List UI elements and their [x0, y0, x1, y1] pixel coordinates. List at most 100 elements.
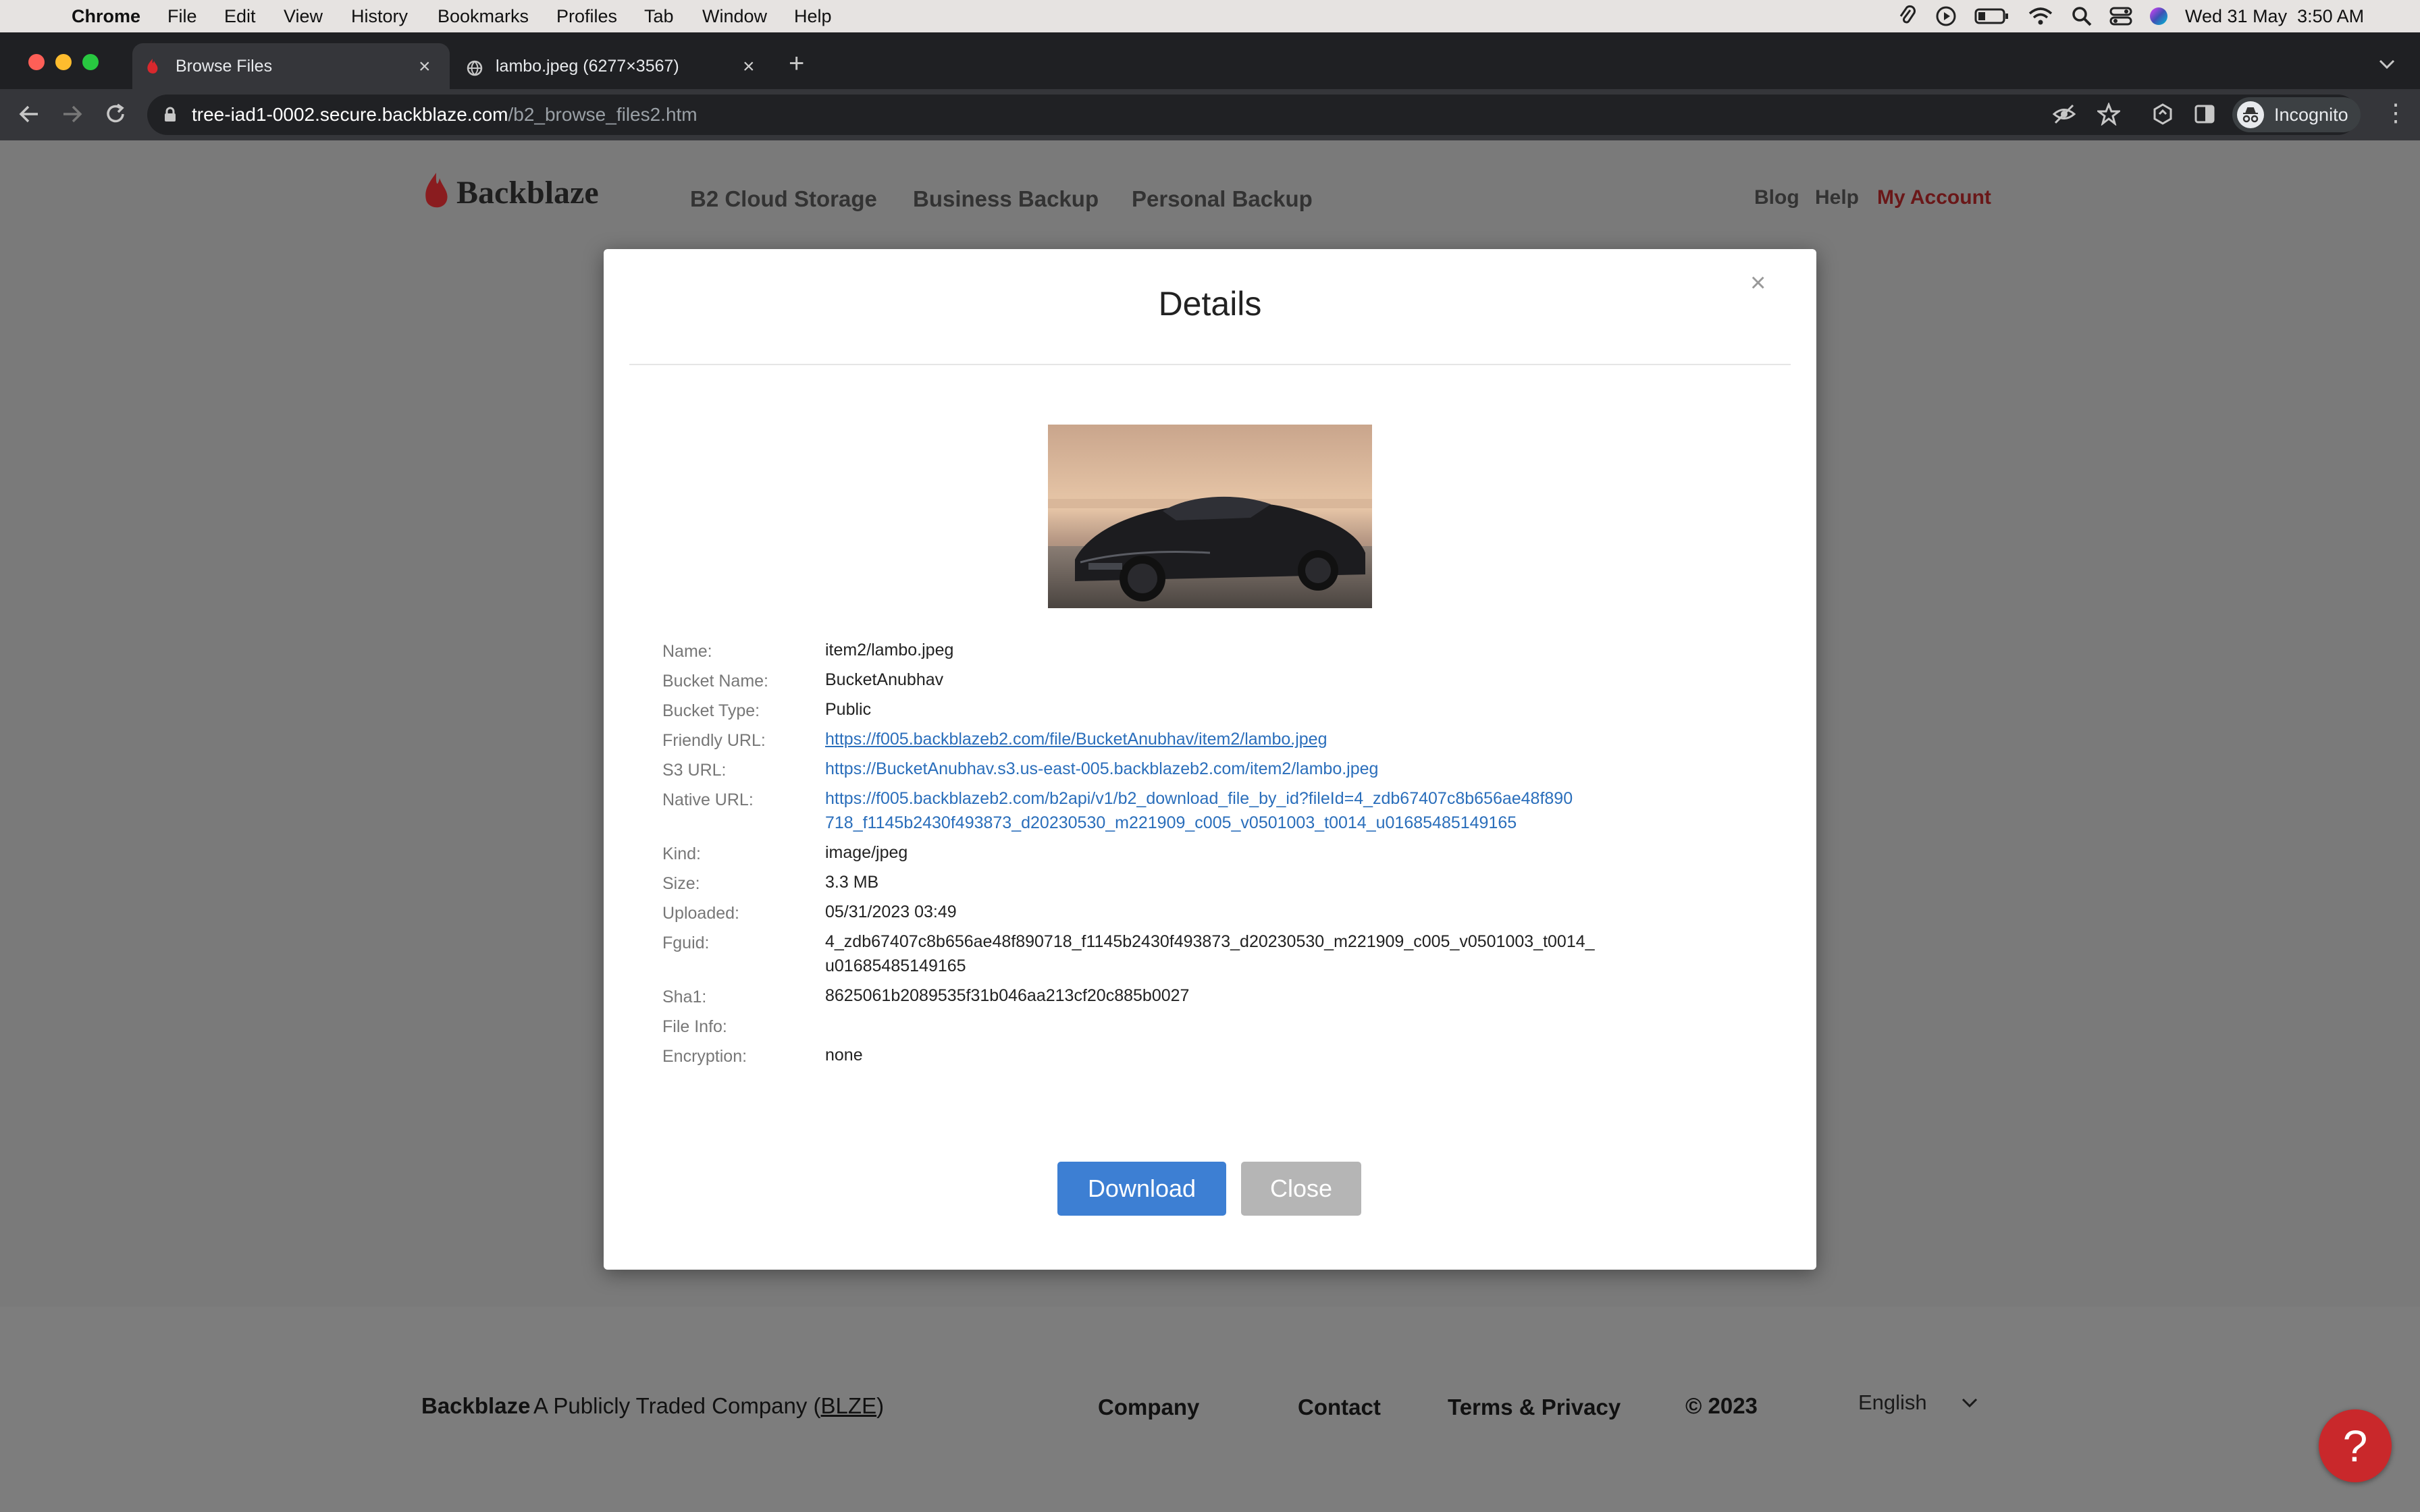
backblaze-favicon-icon: [147, 59, 158, 74]
nav-b2-cloud-storage[interactable]: B2 Cloud Storage: [690, 186, 877, 212]
field-label-size: Size:: [662, 874, 700, 893]
site-logo[interactable]: Backblaze: [423, 171, 599, 213]
menu-file[interactable]: File: [167, 6, 197, 27]
battery-icon[interactable]: [1974, 7, 2009, 25]
modal-title: Details: [1158, 285, 1262, 323]
field-label-name: Name:: [662, 642, 712, 661]
native-url-link[interactable]: https://f005.backblazeb2.com/b2api/v1/b2…: [825, 786, 1573, 835]
tab-close-icon[interactable]: ×: [743, 55, 755, 78]
nav-help[interactable]: Help: [1815, 186, 1859, 209]
tab-search-chevron-icon[interactable]: [2378, 58, 2396, 70]
footer-ticker-link[interactable]: BLZE: [821, 1393, 877, 1418]
url-text[interactable]: tree-iad1-0002.secure.backblaze.com/b2_b…: [192, 104, 698, 126]
footer-terms-link[interactable]: Terms & Privacy: [1448, 1395, 1621, 1420]
footer-company-link[interactable]: Company: [1098, 1395, 1199, 1420]
close-window-button[interactable]: [28, 54, 45, 70]
chevron-down-icon: [1962, 1398, 1977, 1408]
download-button[interactable]: Download: [1057, 1162, 1226, 1216]
field-value-uploaded: 05/31/2023 03:49: [825, 902, 957, 921]
native-url-line1: https://f005.backblazeb2.com/b2api/v1/b2…: [825, 789, 1573, 808]
nav-business-backup[interactable]: Business Backup: [913, 186, 1099, 212]
footer-copyright: © 2023: [1685, 1393, 1758, 1418]
field-value-fguid: 4_zdb67407c8b656ae48f890718_f1145b2430f4…: [825, 929, 1595, 978]
minimize-window-button[interactable]: [55, 54, 72, 70]
modal-close-icon[interactable]: ×: [1750, 268, 1766, 298]
siri-icon[interactable]: [2149, 6, 2169, 26]
field-label-bucket-name: Bucket Name:: [662, 672, 769, 691]
footer-brand: Backblaze: [421, 1393, 531, 1418]
help-chat-button[interactable]: ?: [2319, 1409, 2392, 1482]
field-label-fguid: Fguid:: [662, 934, 710, 952]
profile-label: Incognito: [2274, 104, 2348, 125]
car-preview-image: [1048, 425, 1372, 608]
status-icons: Wed 31 May 3:50 AM: [1897, 0, 2364, 32]
back-arrow-icon[interactable]: [18, 103, 41, 126]
menu-profiles[interactable]: Profiles: [556, 6, 617, 27]
spotlight-search-icon[interactable]: [2072, 6, 2092, 26]
field-label-native-url: Native URL:: [662, 790, 754, 809]
field-value-size: 3.3 MB: [825, 873, 879, 892]
globe-icon: [467, 60, 483, 76]
modal-divider: [629, 364, 1791, 365]
lock-icon[interactable]: [163, 107, 177, 123]
image-thumbnail[interactable]: [1048, 425, 1372, 608]
footer-tagline-text: A Publicly Traded Company (: [533, 1393, 821, 1418]
footer-tagline: A Publicly Traded Company (BLZE): [533, 1393, 884, 1419]
menu-history[interactable]: History: [351, 6, 408, 27]
incognito-profile-chip[interactable]: Incognito: [2232, 97, 2361, 132]
details-modal: Details × Name: item2/lambo.jpeg Bucket …: [604, 249, 1816, 1270]
field-value-bucket-name: BucketAnubhav: [825, 670, 944, 689]
menu-edit[interactable]: Edit: [224, 6, 256, 27]
menu-view[interactable]: View: [284, 6, 323, 27]
side-panel-icon[interactable]: [2194, 104, 2215, 124]
reload-icon[interactable]: [104, 103, 127, 126]
clock-datetime[interactable]: Wed 31 May 3:50 AM: [2185, 6, 2364, 27]
url-path: /b2_browse_files2.htm: [508, 104, 698, 125]
forward-arrow-icon[interactable]: [61, 103, 84, 126]
footer-tagline-end: ): [876, 1393, 885, 1418]
new-tab-icon[interactable]: +: [789, 49, 804, 79]
menu-app-name[interactable]: Chrome: [72, 6, 140, 27]
menu-tab[interactable]: Tab: [644, 6, 674, 27]
tab-lambo-image[interactable]: lambo.jpeg (6277×3567) ×: [456, 43, 767, 89]
extension-icon[interactable]: [2151, 103, 2174, 126]
field-value-encryption: none: [825, 1046, 863, 1064]
language-select[interactable]: English: [1858, 1390, 1978, 1415]
tab-close-icon[interactable]: ×: [419, 55, 431, 78]
wifi-icon[interactable]: [2028, 7, 2053, 26]
menu-bookmarks[interactable]: Bookmarks: [438, 6, 529, 27]
eye-slash-icon[interactable]: [2053, 104, 2076, 124]
paperclip-icon[interactable]: [1897, 5, 1918, 28]
play-circle-icon[interactable]: [1935, 5, 1957, 27]
chrome-menu-icon[interactable]: ⋮: [2384, 99, 2408, 127]
zoom-window-button[interactable]: [82, 54, 99, 70]
url-host: tree-iad1-0002.secure.backblaze.com: [192, 104, 508, 125]
site-footer: [0, 1307, 2420, 1512]
backblaze-flame-icon: [425, 173, 448, 208]
friendly-url-link[interactable]: https://f005.backblazeb2.com/file/Bucket…: [825, 727, 1327, 751]
menu-window[interactable]: Window: [702, 6, 767, 27]
control-center-icon[interactable]: [2109, 6, 2132, 26]
tab-title: Browse Files: [176, 57, 273, 76]
field-label-kind: Kind:: [662, 844, 701, 863]
close-button[interactable]: Close: [1241, 1162, 1361, 1216]
question-mark-icon: ?: [2342, 1421, 2368, 1471]
field-label-friendly-url: Friendly URL:: [662, 731, 766, 750]
s3-url-link[interactable]: https://BucketAnubhav.s3.us-east-005.bac…: [825, 757, 1378, 781]
footer-contact-link[interactable]: Contact: [1298, 1395, 1381, 1420]
fguid-line2: u01685485149165: [825, 956, 966, 975]
nav-personal-backup[interactable]: Personal Backup: [1132, 186, 1313, 212]
bookmark-star-icon[interactable]: [2097, 103, 2120, 126]
field-label-sha1: Sha1:: [662, 988, 707, 1006]
nav-blog[interactable]: Blog: [1754, 186, 1799, 209]
field-label-encryption: Encryption:: [662, 1047, 747, 1066]
fguid-line1: 4_zdb67407c8b656ae48f890718_f1145b2430f4…: [825, 932, 1595, 951]
field-label-s3-url: S3 URL:: [662, 761, 727, 780]
tab-browse-files[interactable]: Browse Files ×: [132, 43, 450, 89]
nav-my-account[interactable]: My Account: [1877, 186, 1991, 209]
tab-title: lambo.jpeg (6277×3567): [496, 57, 679, 76]
field-value-kind: image/jpeg: [825, 843, 908, 862]
logo-text: Backblaze: [456, 174, 599, 211]
language-value: English: [1858, 1390, 1927, 1414]
menu-help[interactable]: Help: [794, 6, 832, 27]
